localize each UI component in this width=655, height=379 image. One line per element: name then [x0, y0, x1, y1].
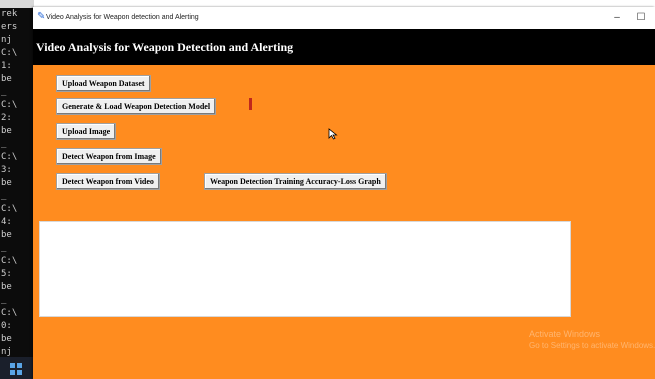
console-line: 2: — [1, 113, 12, 123]
console-line: rek — [1, 9, 18, 19]
console-line: be — [1, 334, 12, 344]
activate-windows-watermark: Activate Windows Go to Settings to activ… — [529, 329, 655, 351]
console-line: C:\ — [1, 256, 18, 266]
minimize-button[interactable]: – — [605, 10, 629, 26]
window-titlebar[interactable]: ✎ Video Analysis for Weapon detection an… — [33, 7, 655, 30]
generate-model-button[interactable]: Generate & Load Weapon Detection Model — [56, 98, 217, 115]
console-line: _ — [1, 191, 7, 201]
console-line: _ — [1, 139, 7, 149]
console-line: be — [1, 230, 12, 240]
console-line: 1: — [1, 61, 12, 71]
console-line: 4: — [1, 217, 12, 227]
watermark-line-1: Activate Windows — [529, 329, 601, 339]
console-line: be — [1, 282, 12, 292]
console-line: be — [1, 74, 12, 84]
console-titlebar — [0, 0, 34, 8]
console-line: _ — [1, 87, 7, 97]
window-title: Video Analysis for Weapon detection and … — [46, 14, 199, 21]
console-line: 3: — [1, 165, 12, 175]
background-console: rek ers nj C:\ 1: be _ C:\ 2: be _ C:\ 3: be _ C:\ 4: be _… — [0, 0, 34, 379]
heading-bar: Video Analysis for Weapon Detection and … — [33, 29, 655, 65]
upload-image-button[interactable]: Upload Image — [56, 123, 117, 140]
console-line: C:\ — [1, 48, 18, 58]
detect-video-button[interactable]: Detect Weapon from Video — [56, 173, 160, 190]
console-output: rek ers nj C:\ 1: be _ C:\ 2: be _ C:\ 3: be _ C:\ 4: be _… — [0, 8, 34, 359]
text-cursor-icon — [249, 98, 252, 110]
output-textarea[interactable] — [39, 221, 571, 317]
feather-icon: ✎ — [37, 11, 46, 22]
console-line: _ — [1, 295, 7, 305]
console-line: 0: — [1, 321, 12, 331]
page-title: Video Analysis for Weapon Detection and … — [36, 40, 294, 54]
console-line: be — [1, 126, 12, 136]
maximize-button[interactable]: ☐ — [629, 10, 653, 26]
console-line: nj — [1, 35, 12, 45]
windows-logo-icon[interactable] — [10, 363, 22, 375]
console-line: C:\ — [1, 152, 18, 162]
accuracy-loss-graph-button[interactable]: Weapon Detection Training Accuracy-Loss … — [204, 173, 387, 190]
console-line: C:\ — [1, 308, 18, 318]
watermark-line-2: Go to Settings to activate Windows. — [529, 341, 655, 350]
console-line: be — [1, 178, 12, 188]
console-line: C:\ — [1, 100, 18, 110]
console-line: ers — [1, 22, 18, 32]
mouse-pointer-icon — [328, 128, 338, 140]
console-line: C:\ — [1, 204, 18, 214]
app-window: ✎ Video Analysis for Weapon detection an… — [33, 7, 655, 379]
taskbar[interactable] — [0, 357, 34, 379]
console-line: _ — [1, 243, 7, 253]
upload-dataset-button[interactable]: Upload Weapon Dataset — [56, 75, 151, 92]
console-line: 5: — [1, 269, 12, 279]
detect-image-button[interactable]: Detect Weapon from Image — [56, 148, 162, 165]
